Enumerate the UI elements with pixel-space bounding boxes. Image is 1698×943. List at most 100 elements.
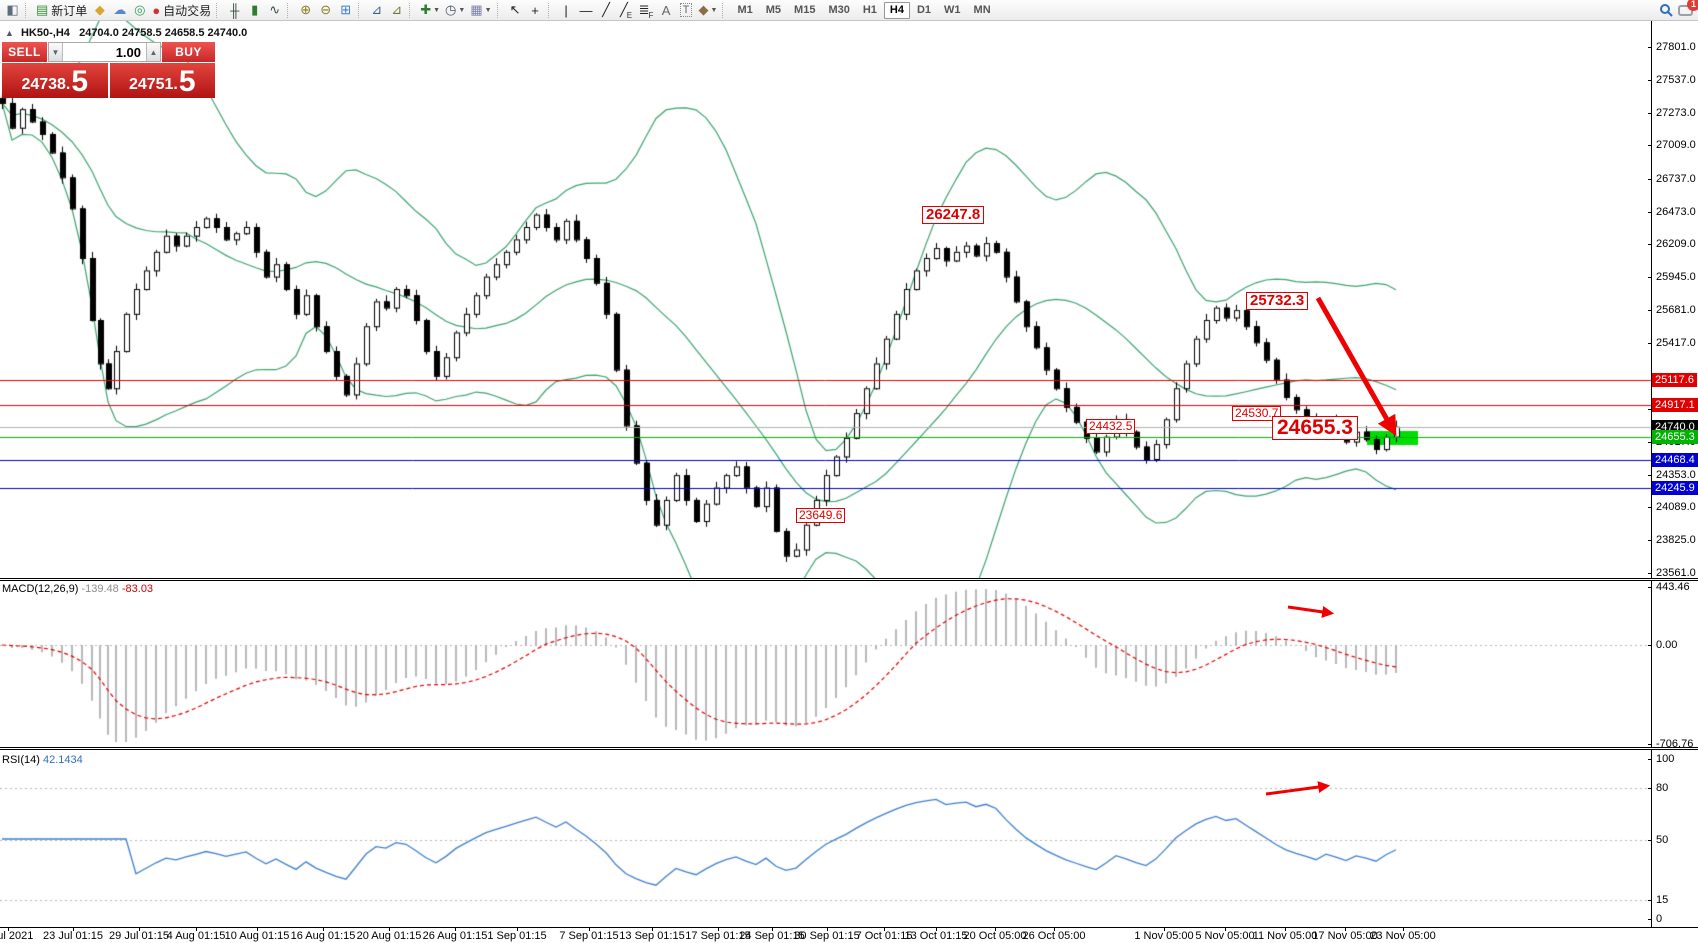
price-tick-label: 27273.0 [1656, 107, 1696, 119]
price-tick-label: 23561.0 [1656, 567, 1696, 579]
macd-label: MACD(12,26,9) -139.48 -83.03 [2, 583, 153, 595]
indicators-window-icon[interactable]: ⊿ [367, 1, 386, 20]
volume-input[interactable]: 1.00 [63, 43, 146, 61]
price-annotation-box[interactable]: 23649.6 [796, 508, 845, 523]
zoom-out-icon[interactable]: ⊖ [316, 1, 335, 20]
price-tick-label: 23825.0 [1656, 534, 1696, 546]
volume-decrease-button[interactable]: ▼ [49, 43, 63, 61]
equidistant-channel-button[interactable]: ╱E [617, 1, 636, 20]
trendline-button[interactable]: ╱ [597, 1, 616, 20]
autotrading-button[interactable]: ●自动交易 [150, 1, 213, 20]
rsi-label: RSI(14) 42.1434 [2, 754, 83, 766]
price-tick-label: 26473.0 [1656, 206, 1696, 218]
timeframe-m5-button[interactable]: M5 [760, 2, 787, 19]
macd-pane-separator[interactable] [0, 578, 1698, 581]
buy-price: 24751. [129, 73, 178, 97]
price-annotation-box[interactable]: 26247.8 [922, 206, 984, 224]
time-label: 10 Aug 01:15 [225, 930, 290, 942]
time-label: 20 Aug 01:15 [357, 930, 422, 942]
cursor-button[interactable]: ↖ [506, 1, 525, 20]
timeframe-h4-button[interactable]: H4 [884, 2, 910, 19]
text-button[interactable]: A [657, 1, 676, 20]
price-tick [1648, 507, 1652, 508]
timeframe-m15-button[interactable]: M15 [788, 2, 821, 19]
time-label: 13 Oct 01:15 [905, 930, 968, 942]
rsi-pane-canvas[interactable] [0, 750, 1652, 927]
chart-symbol-timeframe: HK50-,H4 [21, 27, 70, 39]
timeframe-d1-button[interactable]: D1 [911, 2, 937, 19]
price-tick [1648, 113, 1652, 114]
horizontal-line-button[interactable]: — [577, 1, 596, 20]
macd-scale-tick [1648, 645, 1652, 646]
price-tick [1648, 343, 1652, 344]
candlestick-chart-icon[interactable]: ▮ [245, 1, 264, 20]
price-annotation-box[interactable]: 25732.3 [1246, 292, 1308, 310]
volume-control: ▼ 1.00 ▲ [48, 42, 161, 62]
chart-window-icon[interactable]: ◧ [3, 1, 22, 20]
add-indicator-button[interactable]: ✚▼ [418, 1, 442, 20]
price-tick [1648, 540, 1652, 541]
one-click-trading-panel: SELL ▼ 1.00 ▲ BUY 24738. 5 24751. 5 [2, 42, 215, 98]
macd-scale-label: 443.46 [1656, 581, 1690, 593]
timeframe-h1-button[interactable]: H1 [857, 2, 883, 19]
sell-price-button[interactable]: 24738. 5 [2, 63, 108, 98]
macd-main-value: -139.48 [81, 583, 118, 595]
chart-title: ▲ HK50-,H4 24704.0 24758.5 24658.5 24740… [5, 27, 247, 39]
notifications-icon[interactable]: 1 [1676, 1, 1695, 20]
price-tick-label: 24353.0 [1656, 469, 1696, 481]
time-label: 16 Aug 01:15 [291, 930, 356, 942]
text-label-button[interactable]: T [677, 1, 696, 20]
price-tick-label: 25417.0 [1656, 337, 1696, 349]
time-label: 5 Nov 05:00 [1195, 930, 1254, 942]
bar-chart-icon[interactable]: ╫ [225, 1, 244, 20]
rsi-pane-separator[interactable] [0, 747, 1698, 750]
line-chart-icon[interactable]: ∿ [265, 1, 284, 20]
tile-windows-icon[interactable]: ⊞ [336, 1, 355, 20]
volume-increase-button[interactable]: ▲ [146, 43, 160, 61]
macd-pane-canvas[interactable] [0, 581, 1652, 746]
crosshair-button[interactable]: + [526, 1, 545, 20]
buy-price-button[interactable]: 24751. 5 [110, 63, 216, 98]
timeframe-mn-button[interactable]: MN [968, 2, 997, 19]
toolbar-separator [722, 3, 728, 18]
search-icon[interactable] [1656, 1, 1675, 20]
signals-icon[interactable]: ◎ [130, 1, 149, 20]
price-annotation-box[interactable]: 24432.5 [1086, 419, 1135, 434]
rsi-value: 42.1434 [43, 754, 83, 766]
rsi-scale-label: 15 [1656, 894, 1668, 906]
macd-signal-value: -83.03 [122, 583, 153, 595]
timeframe-m30-button[interactable]: M30 [822, 2, 855, 19]
price-tick-label: 24089.0 [1656, 501, 1696, 513]
zoom-in-icon[interactable]: ⊕ [296, 1, 315, 20]
time-label: 26 Aug 01:15 [423, 930, 488, 942]
timeframe-w1-button[interactable]: W1 [938, 2, 967, 19]
toolbar-separator [548, 3, 554, 18]
sell-button[interactable]: SELL [2, 42, 47, 62]
price-tick [1648, 80, 1652, 81]
shapes-button[interactable]: ◆▼ [697, 1, 720, 20]
price-level-label: 25117.6 [1652, 373, 1697, 387]
data-window-icon[interactable]: ☁ [110, 1, 129, 20]
vertical-line-button[interactable]: | [557, 1, 576, 20]
buy-button[interactable]: BUY [162, 42, 215, 62]
price-tick-label: 27537.0 [1656, 74, 1696, 86]
period-bars-icon[interactable]: ⊿ [387, 1, 406, 20]
periods-button[interactable]: ◷▼ [443, 1, 467, 20]
templates-button[interactable]: ▦▼ [468, 1, 493, 20]
main-chart-canvas[interactable] [0, 21, 1652, 578]
time-label: 1 Nov 05:00 [1134, 930, 1193, 942]
price-annotation-box[interactable]: 24655.3 [1272, 416, 1358, 440]
new-order-button[interactable]: ▤新订单 [34, 1, 89, 20]
time-label: 1 Sep 01:15 [487, 930, 546, 942]
market-watch-icon[interactable]: ◆ [90, 1, 109, 20]
time-label: 17 Nov 05:00 [1312, 930, 1377, 942]
price-tick [1648, 244, 1652, 245]
timeframe-m1-button[interactable]: M1 [731, 2, 758, 19]
rsi-scale-label: 100 [1656, 753, 1674, 765]
fibonacci-button[interactable]: ≣F [637, 1, 656, 20]
price-level-label: 24917.1 [1652, 398, 1698, 412]
toolbar-separator [287, 3, 293, 18]
rsi-scale-label: 0 [1656, 913, 1662, 925]
rsi-scale-tick [1648, 759, 1652, 760]
rsi-scale-label: 80 [1656, 782, 1668, 794]
